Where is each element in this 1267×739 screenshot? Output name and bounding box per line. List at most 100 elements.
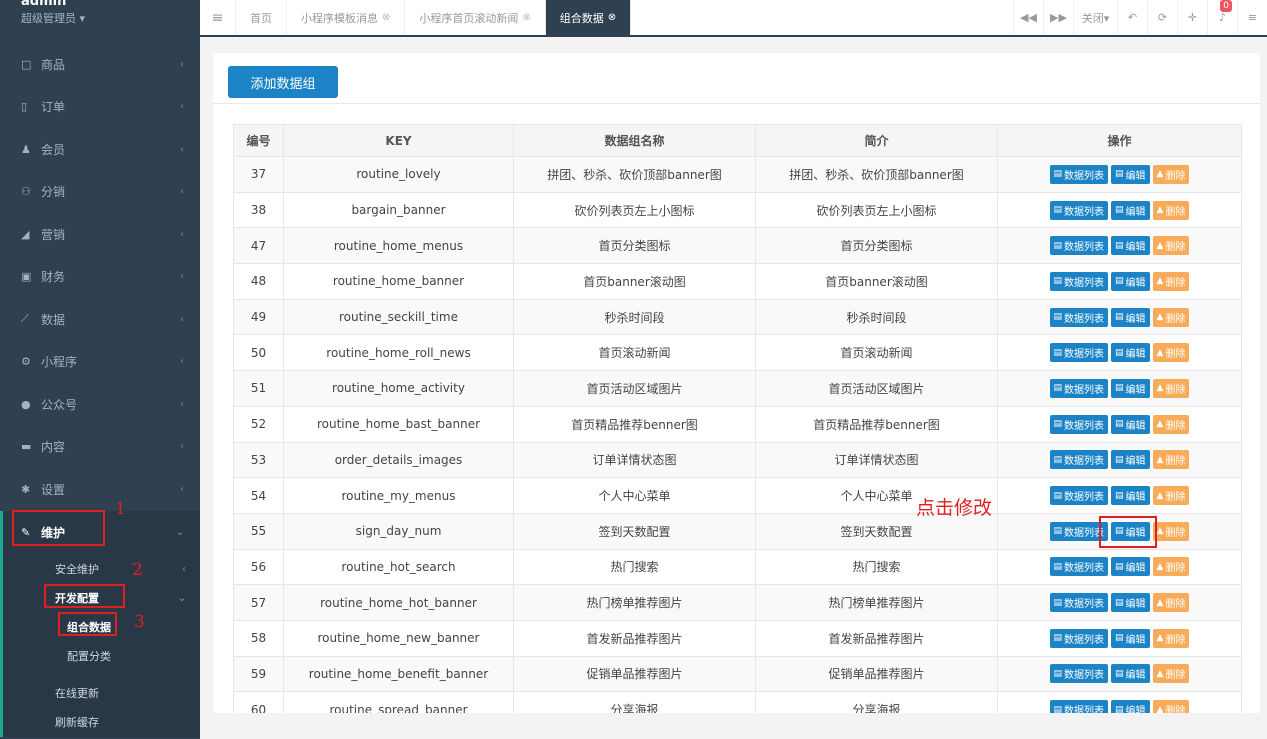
sidebar-item-10[interactable]: ✱ 设置 ‹	[0, 468, 200, 511]
delete-button[interactable]: ▲ 删除	[1152, 557, 1190, 577]
edit-button[interactable]: ▤ 编辑	[1111, 378, 1150, 398]
scroll-right-icon[interactable]: ▶▶	[1043, 0, 1073, 35]
copy-icon: ▤	[1115, 454, 1124, 465]
edit-button[interactable]: ▤ 编辑	[1111, 664, 1150, 684]
data-list-button[interactable]: ▤ 数据列表	[1049, 271, 1109, 291]
delete-button[interactable]: ▲ 删除	[1152, 700, 1190, 713]
table-row: 50 routine_home_roll_news 首页滚动新闻 首页滚动新闻 ▤ 数据列…	[233, 334, 1242, 372]
data-list-button[interactable]: ▤ 数据列表	[1049, 557, 1109, 577]
cell-desc: 首页精品推荐benner图	[755, 405, 998, 443]
back-icon[interactable]: ↶	[1117, 0, 1147, 35]
close-icon[interactable]: ⊗	[382, 12, 390, 23]
delete-button[interactable]: ▲ 删除	[1152, 200, 1190, 220]
submenu-refresh-cache[interactable]: 刷新缓存	[3, 708, 200, 737]
copy-icon: ▤	[1115, 169, 1124, 180]
delete-button[interactable]: ▲ 删除	[1152, 593, 1190, 613]
chevron-left-icon: ‹	[180, 483, 184, 495]
close-icon[interactable]: ⊗	[608, 12, 616, 23]
delete-button[interactable]: ▲ 删除	[1152, 236, 1190, 256]
edit-button[interactable]: ▤ 编辑	[1111, 557, 1150, 577]
data-list-button[interactable]: ▤ 数据列表	[1049, 450, 1109, 470]
data-list-button[interactable]: ▤ 数据列表	[1049, 700, 1109, 713]
more-menu-icon[interactable]: ≡	[1237, 0, 1267, 35]
sidebar-item-2[interactable]: ♟ 会员 ‹	[0, 128, 200, 171]
menu-toggle-icon[interactable]: ≡	[200, 0, 236, 35]
data-list-button[interactable]: ▤ 数据列表	[1049, 378, 1109, 398]
delete-button[interactable]: ▲ 删除	[1152, 271, 1190, 291]
edit-button[interactable]: ▤ 编辑	[1111, 343, 1150, 363]
delete-button[interactable]: ▲ 删除	[1152, 343, 1190, 363]
edit-button[interactable]: ▤ 编辑	[1111, 164, 1150, 184]
sidebar-item-8[interactable]: ● 公众号 ‹	[0, 383, 200, 426]
edit-button[interactable]: ▤ 编辑	[1111, 414, 1150, 434]
refresh-icon[interactable]: ⟳	[1147, 0, 1177, 35]
data-list-button[interactable]: ▤ 数据列表	[1049, 593, 1109, 613]
user-profile[interactable]: admin 超级管理员 ▾	[0, 0, 200, 38]
bell-icon[interactable]: ♪ 0	[1207, 0, 1237, 35]
data-list-button[interactable]: ▤ 数据列表	[1049, 200, 1109, 220]
edit-button[interactable]: ▤ 编辑	[1111, 200, 1150, 220]
edit-button[interactable]: ▤ 编辑	[1111, 486, 1150, 506]
close-icon[interactable]: ⊗	[522, 12, 530, 23]
sidebar-item-0[interactable]: □ 商品 ‹	[0, 43, 200, 86]
tab-3[interactable]: 组合数据 ⊗	[545, 0, 632, 35]
close-menu-dropdown[interactable]: 关闭▾	[1073, 0, 1117, 35]
delete-button[interactable]: ▲ 删除	[1152, 486, 1190, 506]
cell-key: routine_lovely	[283, 156, 514, 193]
data-list-button[interactable]: ▤ 数据列表	[1049, 236, 1109, 256]
sidebar-item-9[interactable]: ▬ 内容 ‹	[0, 426, 200, 469]
delete-button[interactable]: ▲ 删除	[1152, 450, 1190, 470]
data-list-button[interactable]: ▤ 数据列表	[1049, 307, 1109, 327]
sidebar-item-7[interactable]: ⚙ 小程序 ‹	[0, 341, 200, 384]
edit-button[interactable]: ▤ 编辑	[1111, 628, 1150, 648]
add-data-group-button[interactable]: 添加数据组	[228, 66, 338, 98]
edit-button[interactable]: ▤ 编辑	[1111, 271, 1150, 291]
data-list-button[interactable]: ▤ 数据列表	[1049, 486, 1109, 506]
submenu-security[interactable]: 安全维护 ‹	[3, 555, 200, 584]
sidebar-item-4[interactable]: ◢ 营销 ‹	[0, 213, 200, 256]
edit-button[interactable]: ▤ 编辑	[1111, 593, 1150, 613]
sidebar-item-label: 公众号	[41, 397, 78, 412]
scroll-left-icon[interactable]: ◀◀	[1013, 0, 1043, 35]
data-list-button[interactable]: ▤ 数据列表	[1049, 343, 1109, 363]
edit-button[interactable]: ▤ 编辑	[1111, 307, 1150, 327]
edit-button[interactable]: ▤ 编辑	[1111, 236, 1150, 256]
delete-button[interactable]: ▲ 删除	[1152, 664, 1190, 684]
data-list-button[interactable]: ▤ 数据列表	[1049, 664, 1109, 684]
delete-button[interactable]: ▲ 删除	[1152, 378, 1190, 398]
sidebar-item-1[interactable]: ▯ 订单 ‹	[0, 86, 200, 129]
delete-button[interactable]: ▲ 删除	[1152, 521, 1190, 541]
cell-id: 59	[233, 655, 284, 693]
delete-button[interactable]: ▲ 删除	[1152, 164, 1190, 184]
data-list-button[interactable]: ▤ 数据列表	[1049, 414, 1109, 434]
delete-button[interactable]: ▲ 删除	[1152, 307, 1190, 327]
sidebar-item-6[interactable]: ⟋ 数据 ‹	[0, 298, 200, 341]
tab-0[interactable]: 首页	[236, 0, 287, 35]
cell-id: 51	[233, 370, 284, 407]
sidebar-item-3[interactable]: ⚇ 分销 ‹	[0, 171, 200, 214]
top-tabbar: ≡ 首页 小程序模板消息 ⊗ 小程序首页滚动新闻 ⊗ 组合数据 ⊗ ◀◀ ▶▶ 关闭▾ ↶ …	[200, 0, 1267, 37]
submenu-online-update[interactable]: 在线更新	[3, 679, 200, 708]
data-list-button[interactable]: ▤ 数据列表	[1049, 628, 1109, 648]
annotation-box-1	[12, 510, 105, 546]
submenu-config-category[interactable]: 配置分类	[3, 642, 200, 671]
col-header-name: 数据组名称	[513, 124, 756, 157]
button-label: 编辑	[1125, 456, 1146, 468]
user-role-dropdown[interactable]: 超级管理员 ▾	[21, 10, 85, 26]
tab-2[interactable]: 小程序首页滚动新闻 ⊗	[405, 0, 546, 35]
button-label: 删除	[1165, 384, 1186, 396]
delete-button[interactable]: ▲ 删除	[1152, 628, 1190, 648]
sidebar-item-5[interactable]: ▣ 财务 ‹	[0, 256, 200, 299]
button-label: 编辑	[1125, 349, 1146, 361]
warning-icon: ▲	[1156, 704, 1164, 713]
delete-button[interactable]: ▲ 删除	[1152, 414, 1190, 434]
table-row: 53 order_details_images 订单详情状态图 订单详情状态图 ▤ 数据列…	[233, 441, 1242, 479]
warning-icon: ▲	[1156, 668, 1164, 679]
edit-button[interactable]: ▤ 编辑	[1111, 700, 1150, 713]
fullscreen-icon[interactable]: ✛	[1177, 0, 1207, 35]
col-header-id: 编号	[233, 124, 284, 157]
edit-button[interactable]: ▤ 编辑	[1111, 450, 1150, 470]
tab-1[interactable]: 小程序模板消息 ⊗	[287, 0, 406, 35]
cell-ops: ▤ 数据列表 ▤ 编辑 ▲ 删除	[997, 298, 1242, 336]
data-list-button[interactable]: ▤ 数据列表	[1049, 164, 1109, 184]
